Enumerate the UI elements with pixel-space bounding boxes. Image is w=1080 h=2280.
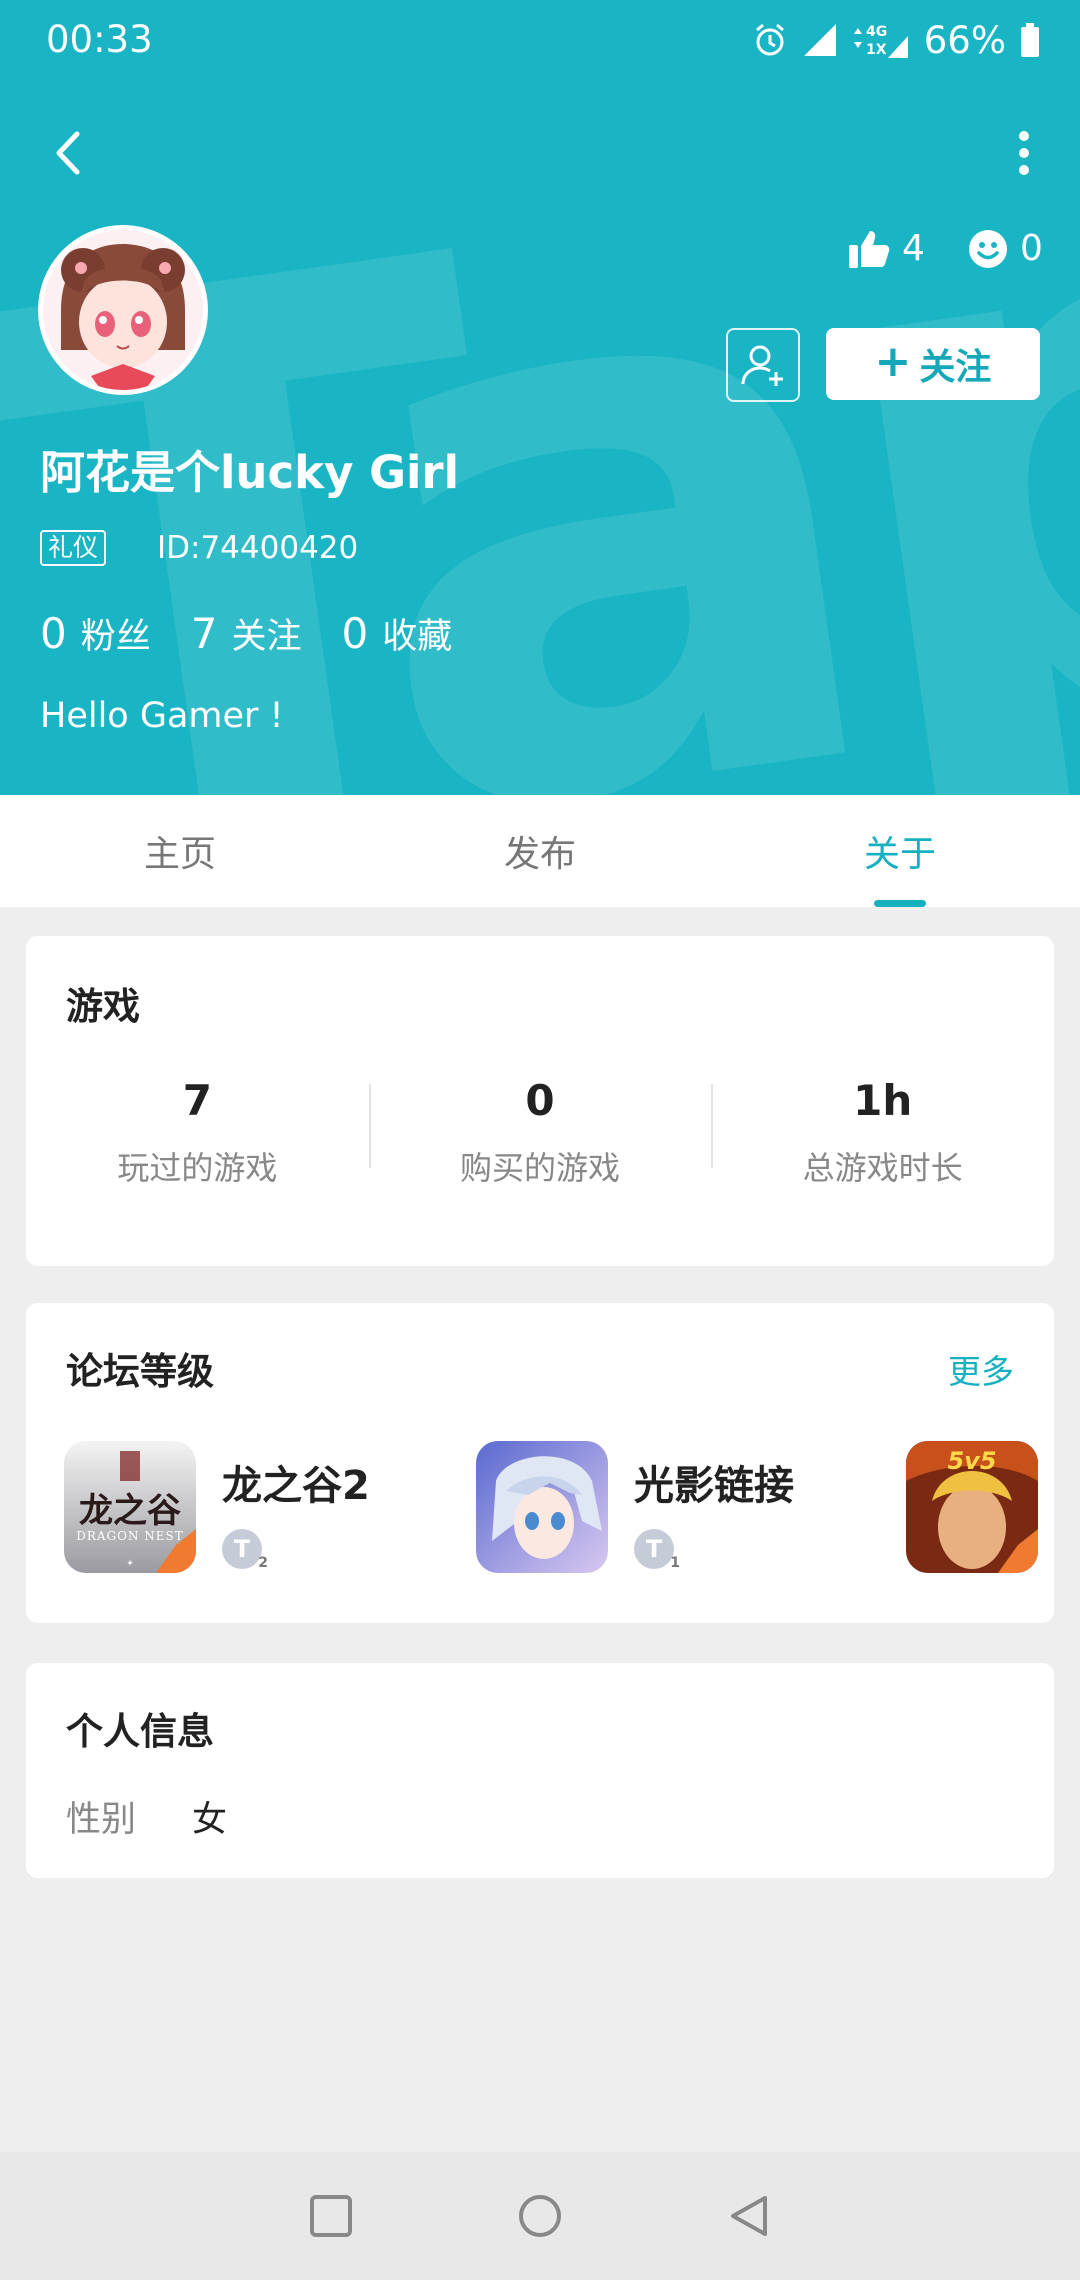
status-time: 00:33 <box>46 18 153 61</box>
count-label: 收藏 <box>382 617 453 657</box>
dragon-nest-game-icon: ✦ 龙之谷 DRAGON NEST <box>64 1441 196 1573</box>
add-user-icon <box>741 345 783 386</box>
more-link[interactable]: 更多 <box>948 1345 1014 1393</box>
game-icon: 5v5 <box>906 1441 1038 1573</box>
level-badge: T2 <box>222 1529 268 1571</box>
status-icons: 4G 1X 66% <box>752 14 1040 66</box>
count-number: 0 <box>341 609 369 658</box>
title-badge[interactable]: 礼仪 <box>40 530 107 566</box>
avatar-image <box>43 230 203 390</box>
follow-button[interactable]: + 关注 <box>826 328 1040 400</box>
forum-icon-title: 5v5 <box>947 1447 997 1475</box>
forum-title: 论坛等级 <box>66 1350 214 1393</box>
thumbs-up-icon <box>849 230 890 268</box>
game-stats: 7 玩过的游戏 0 购买的游戏 1h 总游戏时长 <box>26 1076 1054 1189</box>
svg-text:4G: 4G <box>866 24 887 40</box>
more-options-button[interactable] <box>994 118 1054 188</box>
playtime-stat[interactable]: 1h 总游戏时长 <box>711 1076 1054 1189</box>
stat-label: 购买的游戏 <box>460 1149 621 1187</box>
recents-button[interactable] <box>299 2184 363 2248</box>
svg-text:✦: ✦ <box>126 1559 134 1569</box>
gender-value: 女 <box>192 1800 228 1840</box>
level-badge: T1 <box>634 1529 680 1571</box>
tab-posts[interactable]: 发布 <box>360 795 720 907</box>
profile-header: TapTap 00:33 4G 1X 66% 4 0 + 关注 阿花是个luck… <box>0 0 1080 795</box>
count-label: 关注 <box>231 617 302 657</box>
tab-home[interactable]: 主页 <box>0 795 360 907</box>
purchased-games-stat[interactable]: 0 购买的游戏 <box>368 1076 712 1189</box>
count-label: 粉丝 <box>80 617 151 657</box>
network-4g-icon: 4G1X <box>853 24 908 58</box>
game-icon <box>476 1441 608 1573</box>
gender-row: 性别 女 <box>66 1791 227 1842</box>
forum-item[interactable]: 5v5 <box>906 1441 1038 1573</box>
chevron-left-icon <box>56 131 80 175</box>
forum-name: 光影链接 <box>634 1463 794 1509</box>
likes-count: 4 <box>902 228 925 269</box>
username: 阿花是个lucky Girl <box>40 446 460 499</box>
active-tab-indicator <box>874 900 926 907</box>
forum-name: 龙之谷2 <box>222 1463 370 1509</box>
count-number: 0 <box>40 609 67 658</box>
follow-label: 关注 <box>919 347 992 388</box>
more-vertical-icon <box>1019 131 1029 175</box>
gender-key: 性别 <box>66 1800 137 1840</box>
alarm-icon <box>755 23 784 56</box>
back-nav-button[interactable] <box>717 2184 781 2248</box>
back-button[interactable] <box>38 118 98 188</box>
stat-label: 玩过的游戏 <box>117 1149 278 1187</box>
forum-item[interactable]: 光影链接 T1 <box>476 1441 794 1573</box>
personal-info-title: 个人信息 <box>66 1710 214 1753</box>
fans-count[interactable]: 0 粉丝 <box>40 608 151 659</box>
count-number: 7 <box>190 609 218 658</box>
forum-icon-title: 龙之谷 <box>79 1491 181 1531</box>
circle-icon <box>519 2195 561 2237</box>
user-id: ID:74400420 <box>157 530 359 566</box>
home-button[interactable] <box>508 2184 572 2248</box>
games-title: 游戏 <box>66 985 140 1028</box>
level-number: 2 <box>258 1555 268 1571</box>
stat-value: 0 <box>525 1076 555 1125</box>
forum-icon-subtitle: DRAGON NEST <box>76 1529 184 1543</box>
signal-icon <box>803 24 836 56</box>
tab-label: 关于 <box>863 834 936 875</box>
likes-stat[interactable]: 4 <box>848 228 925 269</box>
plus-icon: + <box>874 336 912 387</box>
battery-percent: 66% <box>923 18 1006 62</box>
avatar[interactable] <box>38 225 208 395</box>
played-games-stat[interactable]: 7 玩过的游戏 <box>26 1076 369 1189</box>
add-friend-button[interactable] <box>726 328 800 402</box>
system-nav-bar <box>0 2152 1080 2280</box>
forum-level-card: 论坛等级 更多 ✦ 龙之谷 DRAGON NEST 龙之谷2 T2 光影链接 T… <box>26 1303 1054 1623</box>
personal-info-card: 个人信息 性别 女 <box>26 1663 1054 1878</box>
tab-label: 发布 <box>503 834 576 875</box>
games-card: 游戏 7 玩过的游戏 0 购买的游戏 1h 总游戏时长 <box>26 936 1054 1266</box>
forum-item[interactable]: ✦ 龙之谷 DRAGON NEST 龙之谷2 T2 <box>64 1441 370 1573</box>
stat-label: 总游戏时长 <box>802 1149 963 1187</box>
smile-icon <box>969 229 1007 268</box>
level-number: 1 <box>670 1555 680 1571</box>
triangle-back-icon <box>731 2196 767 2236</box>
battery-icon <box>1021 23 1039 57</box>
following-count[interactable]: 7 关注 <box>191 608 302 659</box>
tab-label: 主页 <box>143 834 216 875</box>
square-icon <box>310 2195 352 2237</box>
smiles-stat[interactable]: 0 <box>968 228 1043 269</box>
stat-value: 7 <box>182 1076 212 1125</box>
follow-counts: 0 粉丝 7 关注 0 收藏 <box>40 608 452 659</box>
profile-tabs: 主页 发布 关于 <box>0 795 1080 907</box>
stat-value: 1h <box>853 1076 913 1125</box>
favorites-count[interactable]: 0 收藏 <box>342 608 453 659</box>
status-bar: 00:33 4G 1X 66% <box>0 0 1080 80</box>
svg-text:1X: 1X <box>866 42 887 58</box>
bio: Hello Gamer ! <box>40 696 284 736</box>
smiles-count: 0 <box>1020 228 1043 269</box>
tab-about[interactable]: 关于 <box>720 795 1080 907</box>
